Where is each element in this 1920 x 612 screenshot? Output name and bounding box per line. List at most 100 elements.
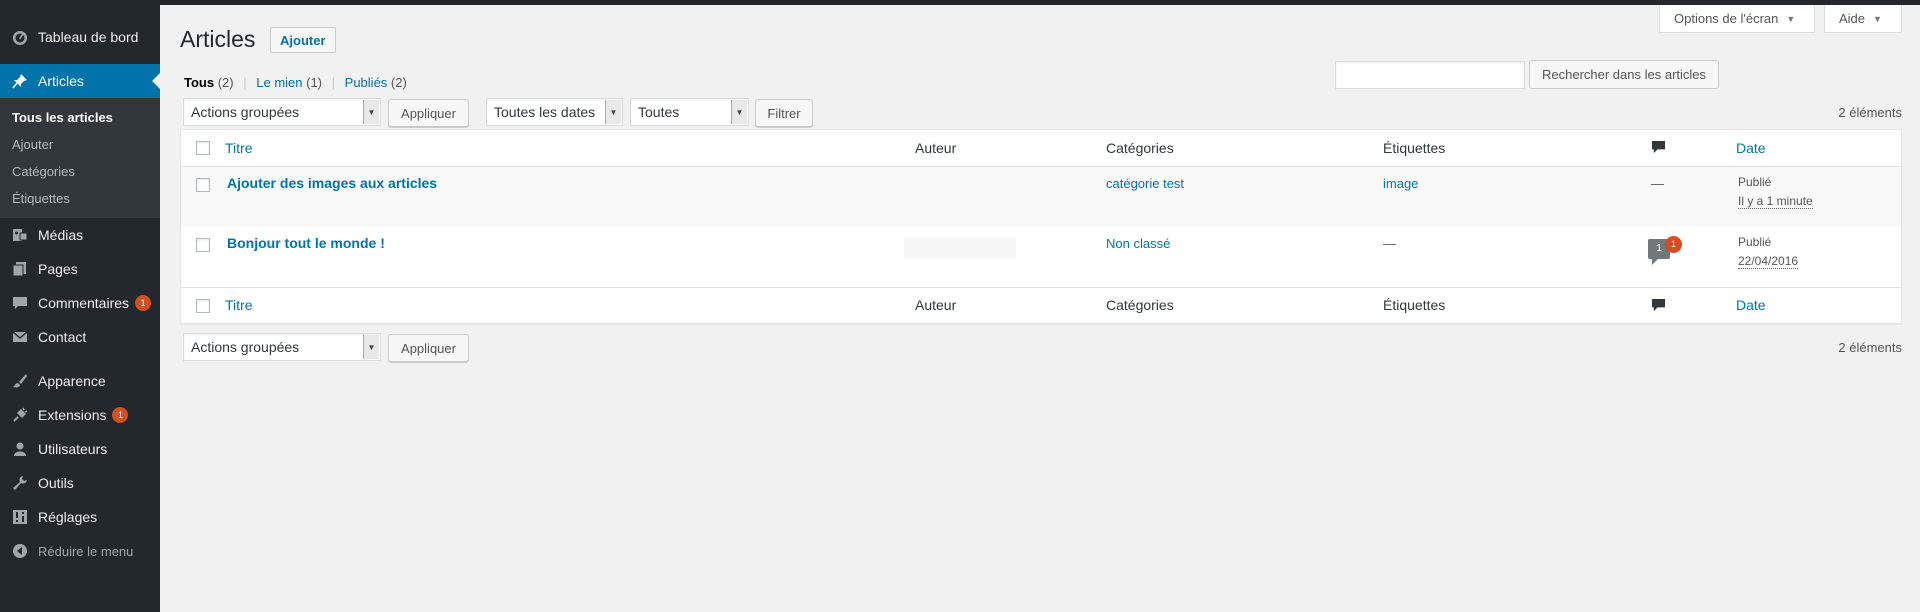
wrench-icon xyxy=(10,473,30,493)
screen-options-label: Options de l'écran xyxy=(1674,11,1779,26)
posts-table: Titre Auteur Catégories Étiquettes Date … xyxy=(180,129,1902,324)
media-icon xyxy=(10,225,30,245)
collapse-menu-button[interactable]: Réduire le menu xyxy=(0,534,160,568)
submenu-tags[interactable]: Étiquettes xyxy=(0,185,160,212)
comments-column-icon[interactable] xyxy=(1651,298,1667,312)
sidebar-item-contact[interactable]: Contact xyxy=(0,320,160,354)
page-title: Articles xyxy=(180,26,256,52)
caret-down-icon: ▼ xyxy=(1786,13,1796,24)
filter-button[interactable]: Filtrer xyxy=(755,99,813,127)
filter-all-count: (2) xyxy=(217,75,234,90)
dates-filter-value: Toutes les dates xyxy=(494,104,596,120)
table-footer-row: Titre Auteur Catégories Étiquettes Date xyxy=(181,287,1901,324)
table-row: Ajouter des images aux articles catégori… xyxy=(181,167,1901,227)
post-category-link[interactable]: Non classé xyxy=(1106,236,1170,251)
select-all-checkbox-footer[interactable] xyxy=(196,299,210,313)
column-title-footer[interactable]: Titre xyxy=(225,297,252,313)
filter-published-link[interactable]: Publiés xyxy=(345,75,388,90)
articles-submenu: Tous les articles Ajouter Catégories Éti… xyxy=(0,98,160,218)
pin-icon xyxy=(10,71,30,91)
bulk-actions-select-top[interactable]: Actions groupées ▼ xyxy=(183,98,381,126)
table-header-row: Titre Auteur Catégories Étiquettes Date xyxy=(181,130,1901,167)
column-tags-header: Étiquettes xyxy=(1383,140,1446,156)
sidebar-item-media[interactable]: Médias xyxy=(0,218,160,252)
sidebar-item-comments[interactable]: Commentaires 1 xyxy=(0,286,160,320)
submenu-categories[interactable]: Catégories xyxy=(0,158,160,185)
sidebar-item-label: Extensions xyxy=(38,407,107,423)
comments-icon xyxy=(10,293,30,313)
sidebar-item-label: Pages xyxy=(38,261,78,277)
post-tag-link[interactable]: image xyxy=(1383,176,1418,191)
status-filter-links: Tous (2) | Le mien (1) | Publiés (2) xyxy=(184,75,407,90)
collapse-menu-label: Réduire le menu xyxy=(38,543,134,559)
sidebar-item-label: Commentaires xyxy=(38,295,130,311)
sidebar-item-settings[interactable]: Réglages xyxy=(0,500,160,534)
items-count-bottom: 2 éléments xyxy=(1838,340,1902,355)
items-count-top: 2 éléments xyxy=(1838,105,1902,120)
separator: | xyxy=(331,75,336,90)
post-date: 22/04/2016 xyxy=(1738,254,1799,269)
collapse-icon xyxy=(10,541,30,561)
column-date-header[interactable]: Date xyxy=(1736,140,1766,156)
column-title-header[interactable]: Titre xyxy=(225,140,252,156)
sidebar-item-label: Contact xyxy=(38,329,87,345)
help-button[interactable]: Aide ▼ xyxy=(1824,5,1902,33)
column-categories-header: Catégories xyxy=(1106,140,1174,156)
post-comments-none: — xyxy=(1651,176,1664,191)
comments-count-badge: 1 xyxy=(135,295,152,311)
dates-filter-select[interactable]: Toutes les dates ▼ xyxy=(486,98,623,126)
pages-icon xyxy=(10,259,30,279)
post-author-redacted xyxy=(904,237,1016,259)
sidebar-item-dashboard[interactable]: Tableau de bord xyxy=(0,20,160,54)
chevron-down-icon: ▼ xyxy=(605,100,621,124)
sidebar-item-pages[interactable]: Pages xyxy=(0,252,160,286)
post-date-cell: Publié 22/04/2016 xyxy=(1738,232,1799,269)
category-filter-value: Toutes xyxy=(638,104,680,120)
filter-mine-link[interactable]: Le mien xyxy=(256,75,302,90)
post-date: Il y a 1 minute xyxy=(1738,194,1813,209)
column-date-footer[interactable]: Date xyxy=(1736,297,1766,313)
screen-options-button[interactable]: Options de l'écran ▼ xyxy=(1659,5,1815,33)
admin-sidebar: Tableau de bord Articles Tous les articl… xyxy=(0,5,160,612)
filter-published-label: Publiés xyxy=(344,75,388,90)
brush-icon xyxy=(10,371,30,391)
post-title-link[interactable]: Bonjour tout le monde ! xyxy=(227,235,385,251)
filter-published-count: (2) xyxy=(390,75,407,90)
apply-button-bottom[interactable]: Appliquer xyxy=(388,334,469,362)
submenu-add[interactable]: Ajouter xyxy=(0,131,160,158)
post-category-link[interactable]: catégorie test xyxy=(1106,176,1184,191)
sidebar-item-label: Apparence xyxy=(38,373,106,389)
post-search-input[interactable] xyxy=(1335,61,1525,89)
sidebar-item-articles[interactable]: Articles xyxy=(0,64,160,98)
row-checkbox[interactable] xyxy=(196,178,210,192)
filter-all-link[interactable]: Tous xyxy=(184,75,214,90)
dashboard-icon xyxy=(10,27,30,47)
add-new-post-button[interactable]: Ajouter xyxy=(270,27,336,53)
sidebar-item-label: Tableau de bord xyxy=(38,29,139,45)
select-all-checkbox[interactable] xyxy=(196,141,210,155)
search-posts-button[interactable]: Rechercher dans les articles xyxy=(1529,60,1720,89)
admin-bar xyxy=(0,0,1920,5)
separator: | xyxy=(243,75,247,90)
table-row: Bonjour tout le monde ! Non classé — 1 1… xyxy=(181,227,1901,287)
sidebar-item-appearance[interactable]: Apparence xyxy=(0,364,160,398)
sidebar-item-tools[interactable]: Outils xyxy=(0,466,160,500)
chevron-down-icon: ▼ xyxy=(363,335,379,359)
comments-column-icon[interactable] xyxy=(1651,140,1667,154)
apply-button-top[interactable]: Appliquer xyxy=(388,99,469,127)
plugin-icon xyxy=(10,405,30,425)
pending-comments-badge[interactable]: 1 xyxy=(1665,236,1682,253)
chevron-down-icon: ▼ xyxy=(363,100,379,124)
category-filter-select[interactable]: Toutes ▼ xyxy=(630,98,749,126)
submenu-all-articles[interactable]: Tous les articles xyxy=(0,104,160,131)
row-checkbox[interactable] xyxy=(196,238,210,252)
bulk-actions-value: Actions groupées xyxy=(191,339,300,355)
sidebar-item-users[interactable]: Utilisateurs xyxy=(0,432,160,466)
bulk-actions-select-bottom[interactable]: Actions groupées ▼ xyxy=(183,333,381,361)
post-status: Publié xyxy=(1738,235,1772,249)
sidebar-item-extensions[interactable]: Extensions 1 xyxy=(0,398,160,432)
post-title-link[interactable]: Ajouter des images aux articles xyxy=(227,175,437,191)
chevron-down-icon: ▼ xyxy=(731,100,747,124)
post-date-cell: Publié Il y a 1 minute xyxy=(1738,172,1813,209)
sidebar-item-label: Utilisateurs xyxy=(38,441,108,457)
